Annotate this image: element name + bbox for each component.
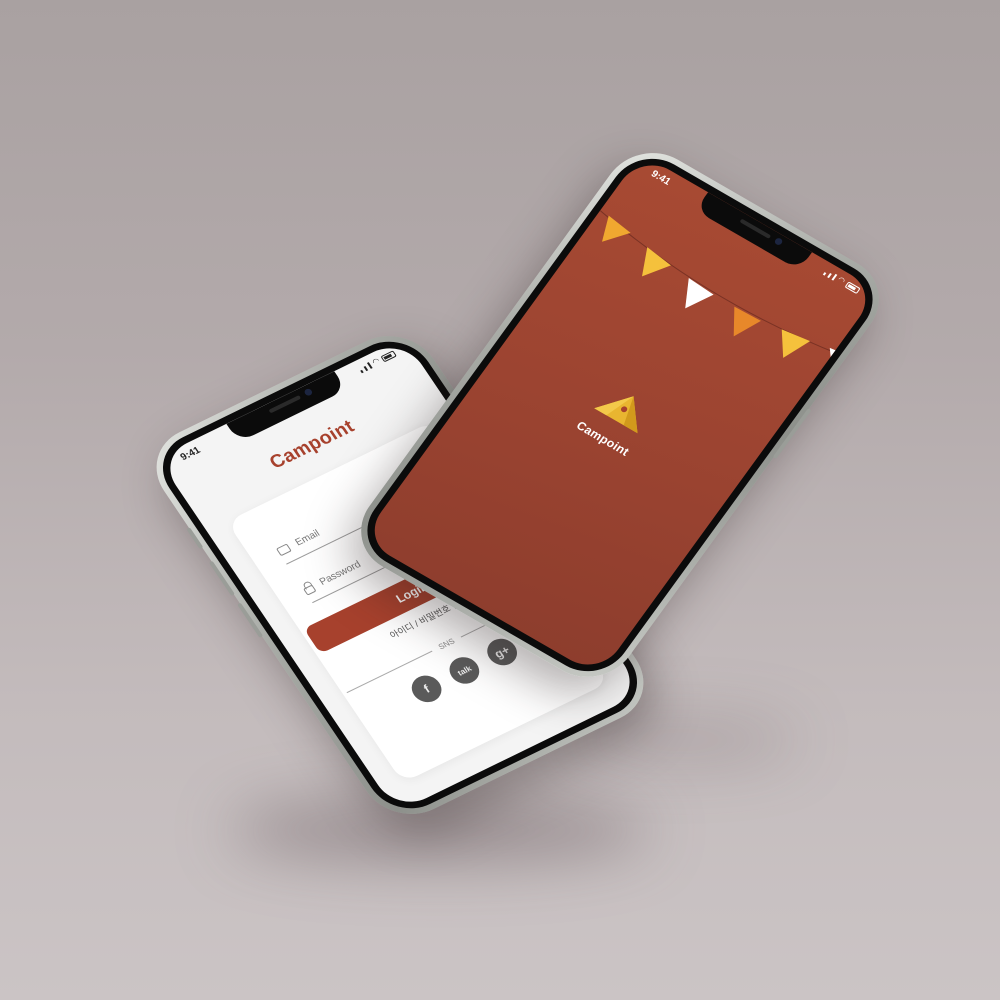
signal-icon	[822, 272, 827, 276]
signal-icon	[360, 369, 364, 374]
signal-icon	[827, 273, 832, 279]
pennant-1	[602, 215, 631, 242]
pennant-5	[781, 329, 811, 358]
password-placeholder: Password	[317, 558, 363, 588]
email-placeholder: Email	[293, 527, 322, 548]
camera	[303, 387, 314, 397]
lock-icon	[303, 584, 317, 596]
splash-logo: Campoint	[480, 325, 755, 513]
status-time: 9:41	[648, 168, 673, 188]
signal-icon	[363, 366, 369, 372]
status-time: 9:41	[178, 445, 203, 464]
mockup-scene: 9:41 ◠ Campoint Email Password Login 아이디…	[0, 0, 1000, 1000]
pennant-3	[685, 278, 714, 309]
floor-shadow	[230, 800, 650, 860]
wifi-icon: ◠	[370, 356, 382, 367]
battery-icon	[380, 350, 397, 363]
pennant-2	[641, 247, 671, 277]
battery-icon	[844, 281, 861, 295]
pennant-4	[733, 306, 761, 337]
camera	[773, 236, 784, 247]
signal-icon	[366, 362, 373, 369]
mail-icon	[275, 543, 292, 556]
